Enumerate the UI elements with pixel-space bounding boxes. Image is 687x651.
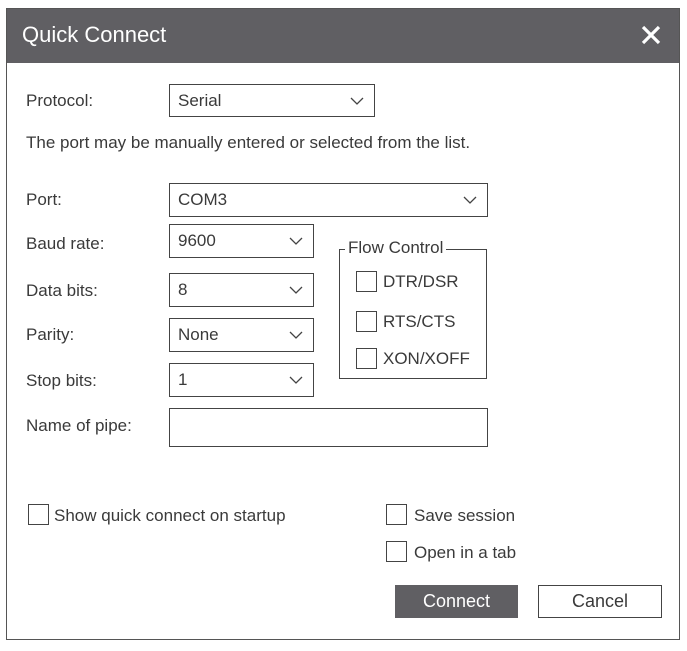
pipe-label: Name of pipe: [26,416,132,435]
parity-select[interactable]: None [169,318,314,352]
data-bits-value: 8 [178,280,188,299]
port-select[interactable]: COM3 [169,183,488,217]
pipe-input[interactable] [169,408,488,447]
baud-rate-value: 9600 [178,231,216,250]
save-session-checkbox[interactable] [386,504,407,525]
chevron-down-icon [289,376,303,384]
connect-button[interactable]: Connect [395,585,518,618]
dtr-dsr-label: DTR/DSR [383,272,459,291]
cancel-button[interactable]: Cancel [538,585,662,618]
title-bar: Quick Connect [7,9,679,63]
save-session-label: Save session [414,506,516,525]
xon-xoff-checkbox[interactable] [356,348,377,369]
close-icon[interactable] [637,21,665,49]
flow-control-legend: Flow Control [345,238,447,258]
stop-bits-label: Stop bits: [26,371,97,390]
data-bits-select[interactable]: 8 [169,273,314,307]
port-value: COM3 [178,190,228,209]
chevron-down-icon [350,97,364,105]
show-on-startup-checkbox[interactable] [28,504,49,525]
rts-cts-label: RTS/CTS [383,312,456,331]
baud-rate-label: Baud rate: [26,234,105,253]
stop-bits-value: 1 [178,370,188,389]
baud-rate-select[interactable]: 9600 [169,224,314,258]
xon-xoff-label: XON/XOFF [383,349,470,368]
protocol-select[interactable]: Serial [169,84,375,117]
dialog-title: Quick Connect [22,22,167,47]
parity-value: None [178,325,219,344]
stop-bits-select[interactable]: 1 [169,363,314,397]
parity-label: Parity: [26,325,75,344]
open-in-tab-label: Open in a tab [414,543,517,562]
chevron-down-icon [289,331,303,339]
port-label: Port: [26,190,62,209]
protocol-value: Serial [178,90,222,110]
chevron-down-icon [289,286,303,294]
help-text: The port may be manually entered or sele… [26,133,471,152]
show-on-startup-label: Show quick connect on startup [54,506,286,525]
dtr-dsr-checkbox[interactable] [356,271,377,292]
quick-connect-dialog: Quick Connect Protocol: Serial The port … [6,8,680,640]
protocol-label: Protocol: [26,91,94,110]
chevron-down-icon [289,237,303,245]
rts-cts-checkbox[interactable] [356,311,377,332]
open-in-tab-checkbox[interactable] [386,541,407,562]
chevron-down-icon [463,196,477,204]
data-bits-label: Data bits: [26,281,98,300]
